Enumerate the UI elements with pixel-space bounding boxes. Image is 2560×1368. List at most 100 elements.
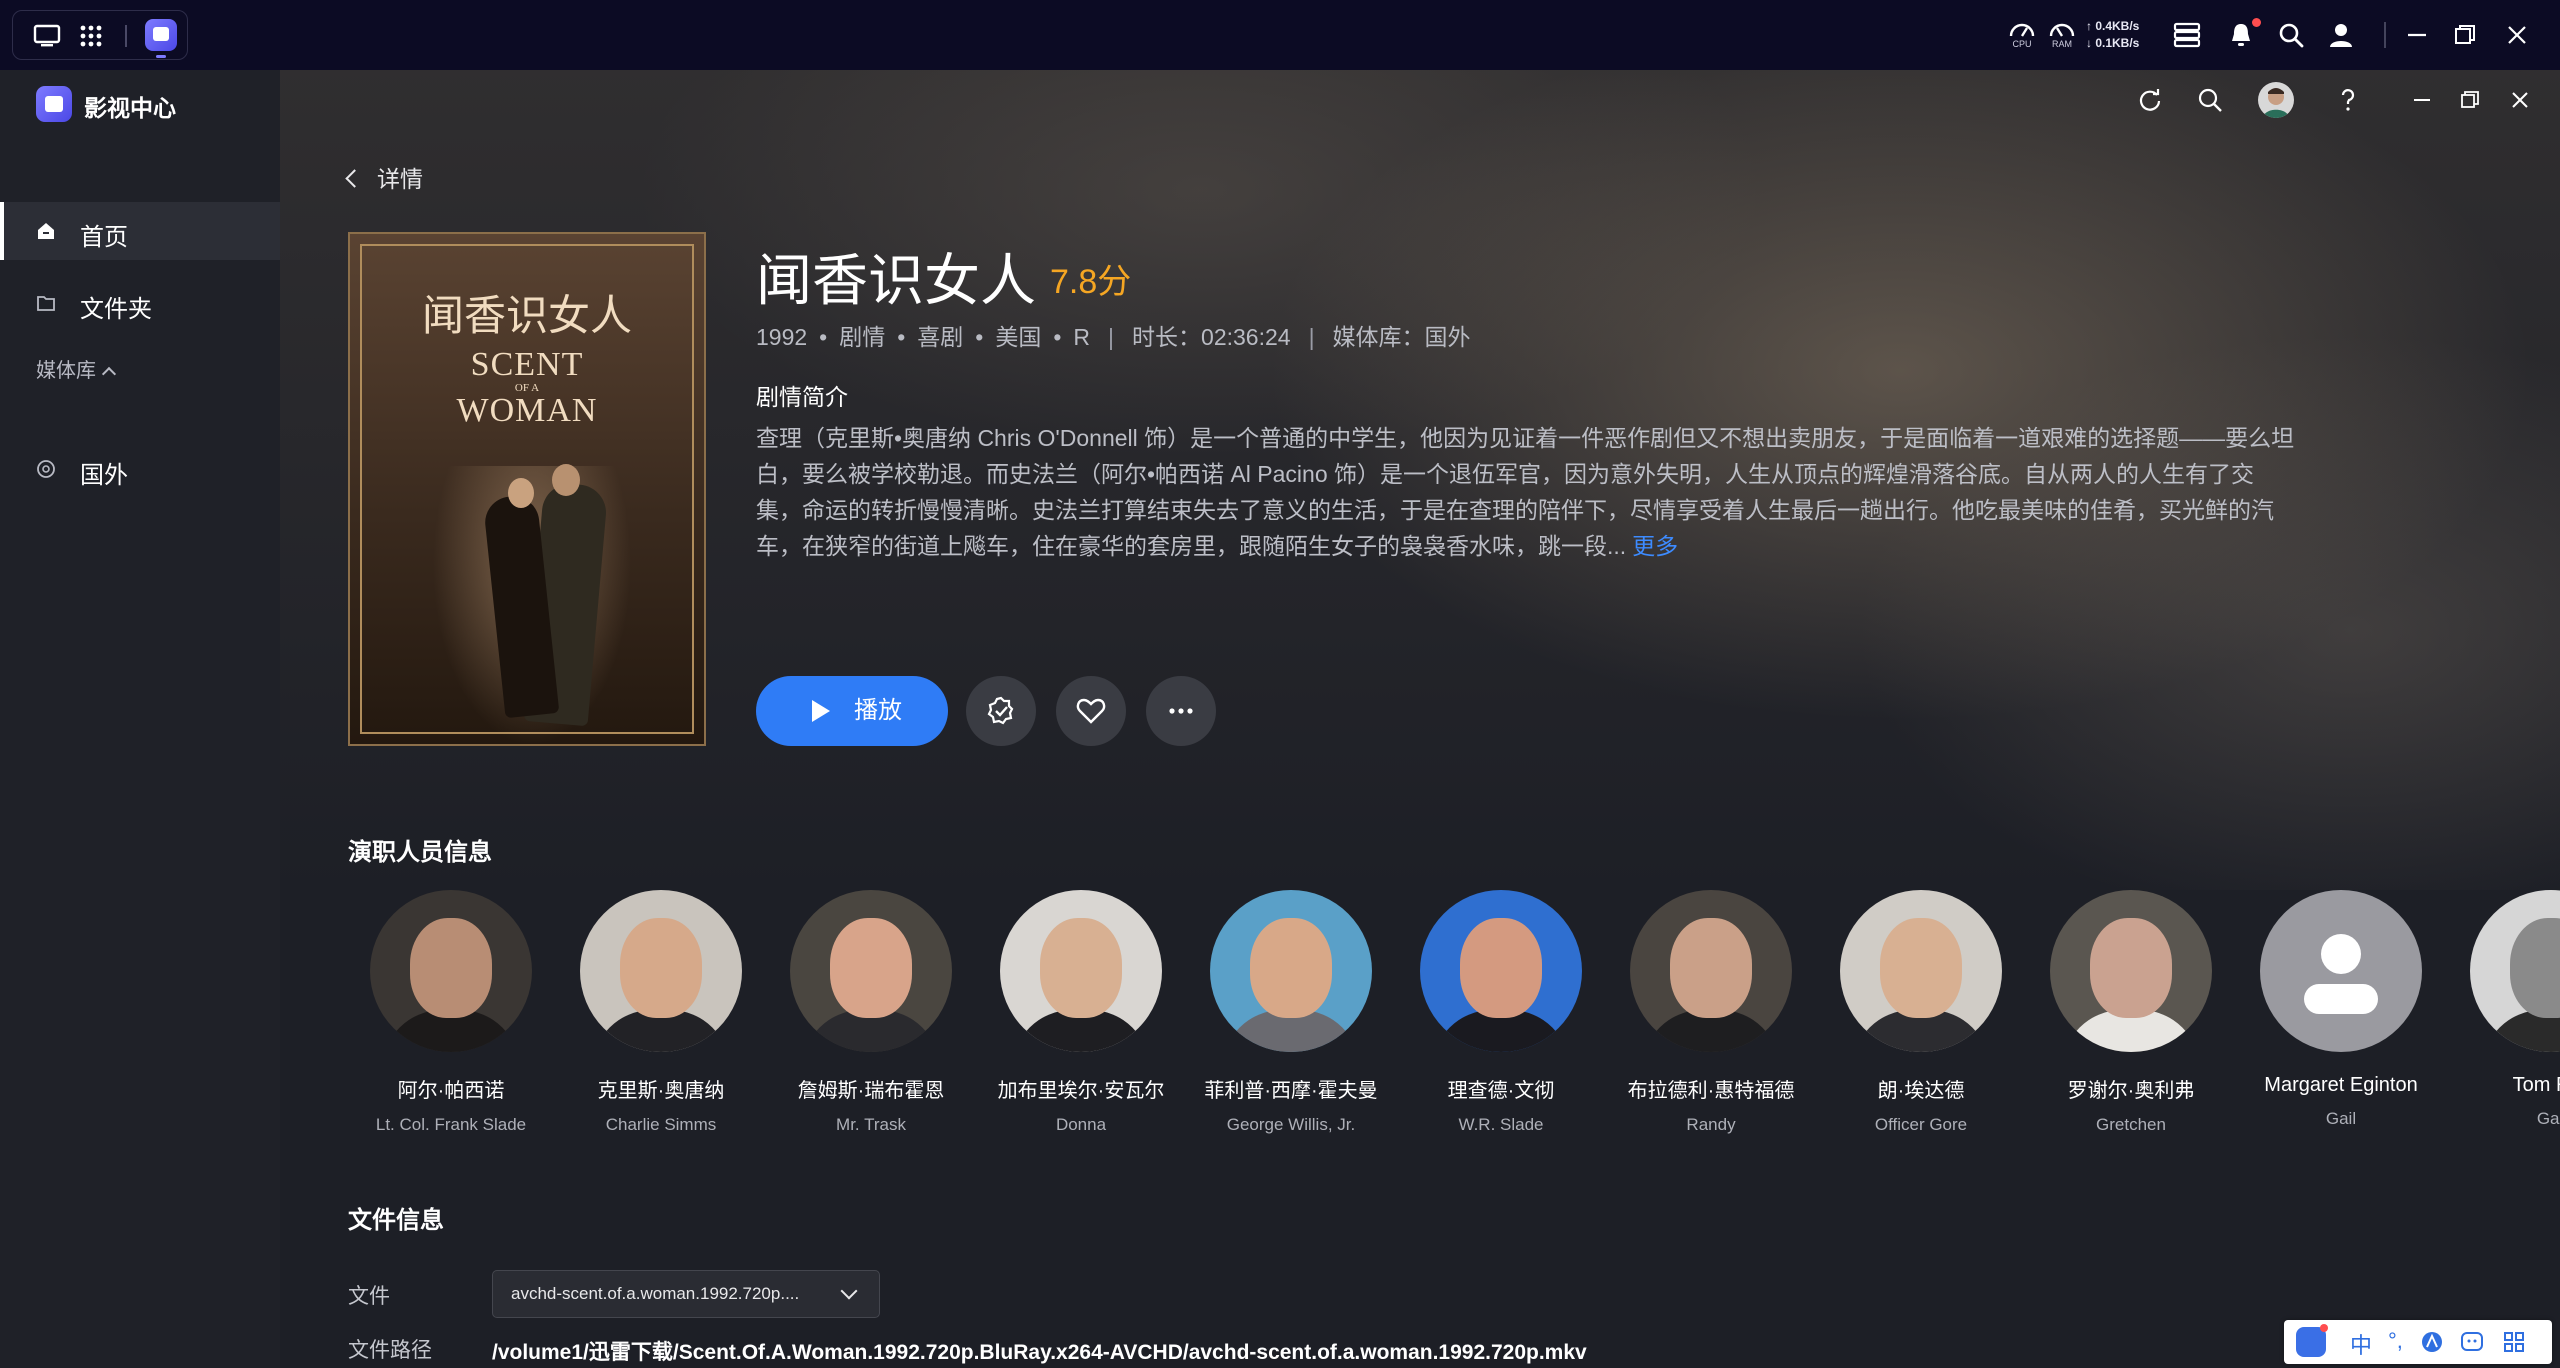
portrait-face (410, 918, 492, 1018)
file-select-value: avchd-scent.of.a.woman.1992.720p.... (511, 1284, 800, 1303)
taskbar-divider (2384, 22, 2386, 48)
cast-member[interactable]: 詹姆斯·瑞布霍恩 Mr. Trask (766, 890, 976, 1135)
favorite-button[interactable] (1056, 676, 1126, 746)
genre-tag: 喜剧 (917, 324, 964, 350)
globe-icon (37, 460, 55, 478)
ime-mode[interactable]: 中 (2350, 1328, 2372, 1360)
cast-member[interactable]: 克里斯·奥唐纳 Charlie Simms (556, 890, 766, 1135)
cast-name: Margaret Eginton (2264, 1074, 2418, 1096)
cast-role: Officer Gore (1874, 1115, 1968, 1134)
cpu-gauge[interactable]: CPU (2006, 20, 2038, 56)
cast-name: 阿尔·帕西诺 (397, 1080, 505, 1102)
download-speed: ↓ 0.1KB/s (2086, 36, 2140, 50)
close-icon[interactable] (2502, 20, 2532, 50)
cast-name: 菲利普·西摩·霍夫曼 (1204, 1080, 1378, 1102)
window-restore-icon[interactable] (2456, 86, 2484, 114)
app-title: 影视中心 (84, 95, 176, 121)
notification-badge (2252, 18, 2261, 27)
cast-member[interactable]: 加布里埃尔·安瓦尔 Donna (976, 890, 1186, 1135)
cast-name: 加布里埃尔·安瓦尔 (997, 1080, 1165, 1102)
cast-photo (1000, 890, 1162, 1052)
section-label: 媒体库 (36, 360, 96, 382)
ime-menu-icon[interactable] (2502, 1330, 2526, 1354)
cast-role: Donna (1055, 1115, 1107, 1134)
restore-icon[interactable] (2450, 20, 2480, 50)
window-close-icon[interactable] (2506, 86, 2534, 114)
portrait-face (1670, 918, 1752, 1018)
file-select[interactable]: avchd-scent.of.a.woman.1992.720p.... (492, 1270, 880, 1318)
portrait-face (2090, 918, 2172, 1018)
search-icon[interactable] (2276, 20, 2306, 50)
sidebar-item-label: 首页 (80, 224, 128, 251)
user-icon[interactable] (2326, 20, 2356, 50)
person-placeholder-icon (2260, 890, 2422, 1052)
breadcrumb-title: 详情 (377, 166, 423, 192)
heart-icon (1076, 698, 1106, 724)
network-speed[interactable]: ↑ 0.4KB/s ↓ 0.1KB/s (2086, 18, 2139, 52)
duration: 时长：02:36:24 (1132, 324, 1291, 350)
resource-monitor-icon[interactable] (2172, 20, 2202, 50)
window-minimize-icon[interactable] (2408, 86, 2436, 114)
media-library: 媒体库：国外 (1332, 324, 1471, 350)
ime-toolbox-icon[interactable] (2420, 1330, 2444, 1354)
cast-name: Tom Riis (2512, 1074, 2560, 1096)
portrait-face (2510, 918, 2560, 1018)
poster-figure (508, 478, 534, 508)
person-head-shape (2321, 934, 2361, 974)
more-options-button[interactable] (1146, 676, 1216, 746)
refresh-icon[interactable] (2136, 86, 2164, 114)
portrait-face (1250, 918, 1332, 1018)
ram-label: RAM (2052, 39, 2072, 49)
minimize-icon[interactable] (2402, 20, 2432, 50)
cast-member[interactable]: 菲利普·西摩·霍夫曼 George Willis, Jr. (1186, 890, 1396, 1135)
cast-member[interactable]: Margaret Eginton Gail (2236, 890, 2446, 1129)
cast-member[interactable]: 朗·埃达德 Officer Gore (1816, 890, 2026, 1135)
cast-photo (2470, 890, 2560, 1052)
portrait-face (1460, 918, 1542, 1018)
poster-frame: 闻香识女人 SCENT OF A WOMAN (360, 244, 694, 744)
chevron-up-icon (101, 366, 117, 382)
media-library-section[interactable]: 媒体库 (36, 354, 117, 383)
video-center-taskbar-icon[interactable] (145, 19, 177, 51)
system-taskbar: CPU RAM ↑ 0.4KB/s ↓ 0.1KB/s (0, 0, 2560, 70)
cast-name: 朗·埃达德 (1877, 1080, 1965, 1102)
user-avatar[interactable] (2258, 82, 2294, 118)
cast-member[interactable]: 理查德·文彻 W.R. Slade (1396, 890, 1606, 1135)
ime-punctuation[interactable]: °, (2388, 1328, 2403, 1354)
ram-gauge[interactable]: RAM (2046, 20, 2078, 56)
help-icon[interactable] (2334, 86, 2362, 114)
movie-title: 闻香识女人 (756, 249, 1036, 312)
release-year: 1992 (756, 324, 808, 350)
sidebar-item-foreign[interactable]: 国外 (0, 440, 280, 498)
movie-meta: 1992 • 剧情 • 喜剧 • 美国 • R | 时长：02:36:24 | 媒体库：国外 (756, 324, 1471, 350)
cast-name: 詹姆斯·瑞布霍恩 (797, 1080, 945, 1102)
file-section-title: 文件信息 (348, 1207, 444, 1234)
chevron-down-icon (840, 1282, 858, 1300)
play-button[interactable]: 播放 (756, 676, 948, 746)
taskbar-launcher-group (12, 10, 188, 60)
cast-member[interactable]: 罗谢尔·奥利弗 Gretchen (2026, 890, 2236, 1135)
more-link[interactable]: 更多 (1632, 533, 1678, 559)
cast-member[interactable]: 布拉德利·惠特福德 Randy (1606, 890, 1816, 1135)
check-badge-icon (987, 696, 1014, 725)
cast-member[interactable]: 阿尔·帕西诺 Lt. Col. Frank Slade (346, 890, 556, 1135)
cast-role: W.R. Slade (1458, 1115, 1544, 1134)
cast-role: Gar (2536, 1109, 2560, 1128)
back-button[interactable]: 详情 (345, 160, 423, 194)
cast-name: 理查德·文彻 (1447, 1080, 1555, 1102)
mark-watched-button[interactable] (966, 676, 1036, 746)
show-desktop-icon[interactable] (33, 23, 61, 49)
cast-photo (1630, 890, 1792, 1052)
search-icon[interactable] (2196, 86, 2224, 114)
cast-member[interactable]: Tom Riis Gar (2446, 890, 2560, 1129)
sidebar-item-home[interactable]: 首页 (0, 202, 280, 260)
file-label: 文件 (348, 1285, 390, 1308)
poster-title-en: SCENT (470, 346, 584, 383)
cast-photo (580, 890, 742, 1052)
cast-photo (370, 890, 532, 1052)
sidebar-item-label: 文件夹 (80, 296, 152, 323)
sidebar-item-folder[interactable]: 文件夹 (0, 274, 280, 332)
app-logo-icon (36, 86, 72, 122)
ime-emoji-icon[interactable] (2460, 1330, 2484, 1354)
app-grid-icon[interactable] (77, 23, 105, 49)
